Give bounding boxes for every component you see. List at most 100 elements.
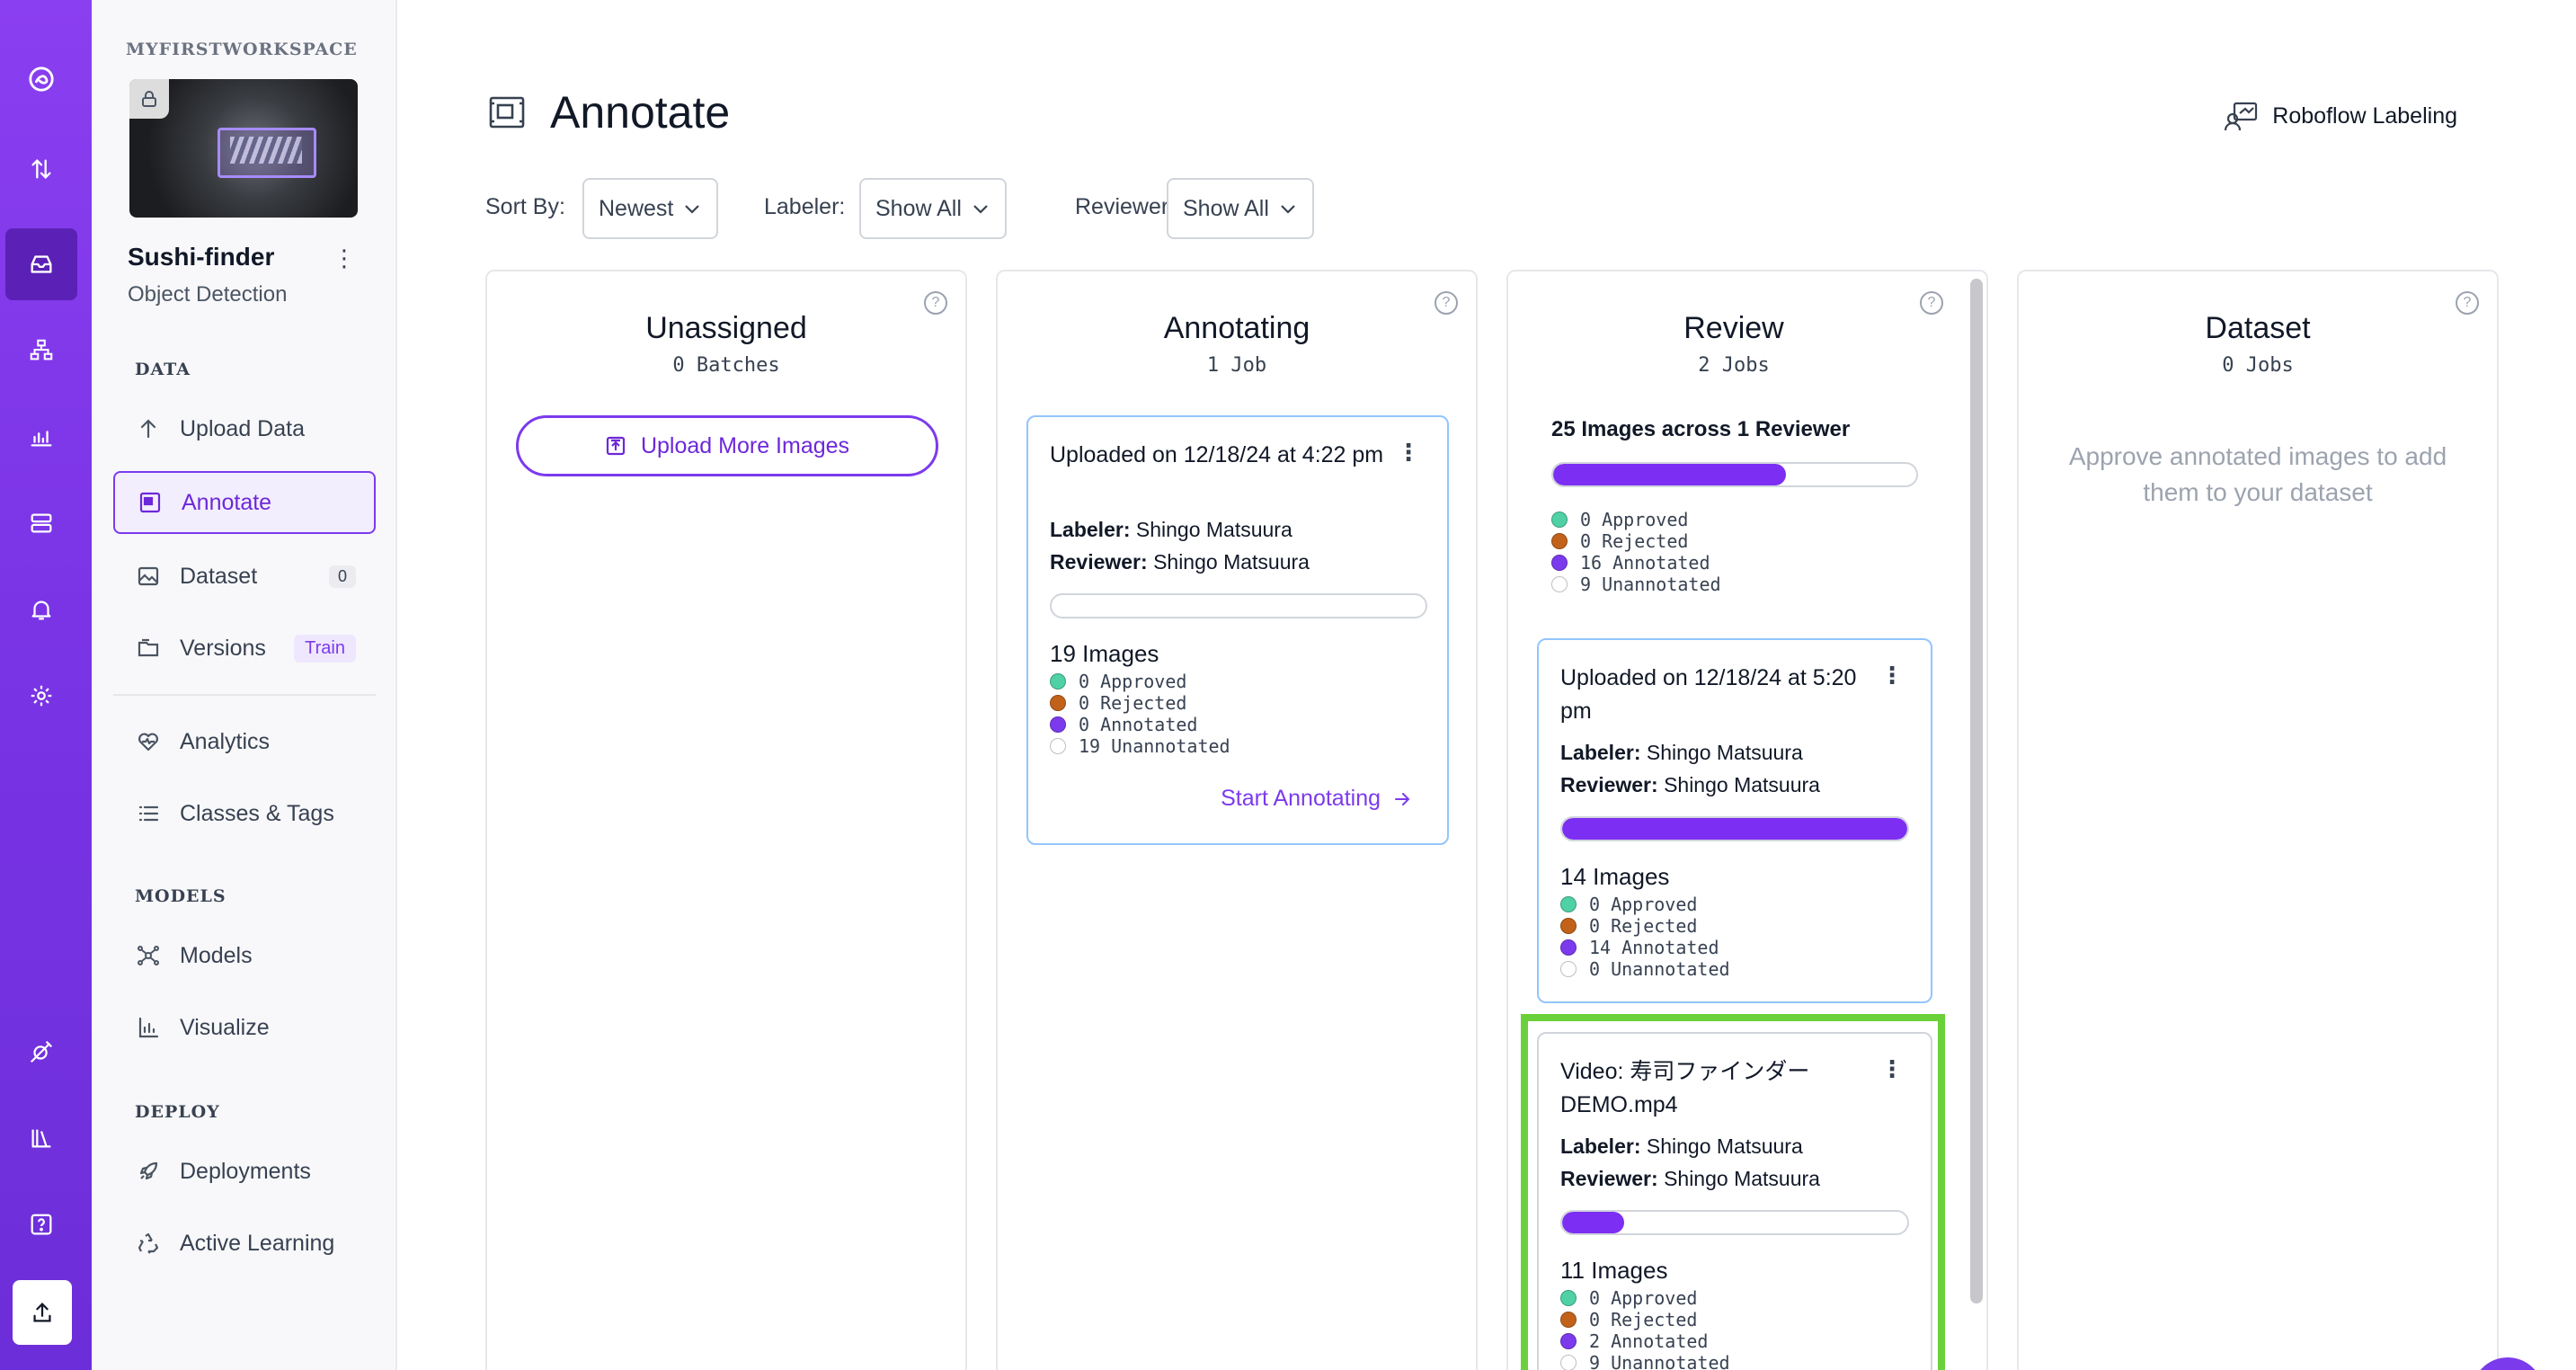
train-badge: Train [294, 634, 356, 663]
review-summary-progress [1551, 462, 1918, 487]
sidebar-divider [113, 694, 376, 696]
stat-text: 19 Unannotated [1079, 735, 1230, 757]
approved-dot [1551, 512, 1568, 528]
satellite-icon[interactable] [5, 1016, 77, 1088]
image-icon [138, 566, 159, 586]
data-section-heading: DATA [135, 360, 191, 379]
job-card[interactable]: Uploaded on 12/18/24 at 4:22 pm ⋮ Labele… [1026, 415, 1449, 845]
transfer-icon[interactable] [5, 133, 77, 205]
labeler-key: Labeler: [1050, 518, 1131, 541]
job-menu-icon[interactable]: ⋮ [1397, 439, 1420, 467]
sidebar-item-dataset[interactable]: Dataset 0 [113, 545, 376, 608]
stat-text: 0 Approved [1589, 1287, 1698, 1309]
arrow-up-icon [140, 419, 156, 439]
sidebar-item-models[interactable]: Models [113, 924, 376, 987]
sidebar-item-analytics[interactable]: Analytics [113, 710, 376, 773]
job-image-count: 19 Images [1050, 640, 1159, 667]
job-menu-icon[interactable]: ⋮ [1880, 1055, 1904, 1083]
review-scrollbar[interactable] [1970, 279, 1983, 1303]
upload-icon[interactable] [13, 1280, 72, 1345]
stat-text: 0 Rejected [1079, 692, 1187, 714]
approved-dot [1560, 896, 1577, 912]
labeler-select[interactable]: Show All [859, 178, 1007, 239]
job-reviewer: Reviewer: Shingo Matsuura [1560, 1167, 1820, 1191]
job-progress-bar [1050, 593, 1427, 618]
roboflow-logo-icon[interactable] [5, 43, 77, 115]
upload-icon [606, 436, 626, 456]
unannotated-dot [1560, 1355, 1577, 1370]
thumbnail-bounding-box [218, 128, 316, 178]
reviewer-key: Reviewer: [1050, 550, 1148, 574]
help-icon[interactable] [5, 1188, 77, 1260]
roboflow-labeling-button[interactable]: Roboflow Labeling [2224, 101, 2457, 131]
workflow-icon[interactable] [5, 315, 77, 387]
roboflow-labeling-label: Roboflow Labeling [2272, 102, 2457, 129]
labeler-label: Labeler: [764, 194, 846, 219]
column-dataset: ? Dataset 0 Jobs Approve annotated image… [2017, 270, 2499, 1370]
stat-approved: 0 Approved [1050, 671, 1230, 692]
sidebar-item-versions[interactable]: Versions Train [113, 617, 376, 680]
icon-rail [0, 0, 92, 1370]
sidebar-item-label: Upload Data [180, 415, 305, 441]
project-name: Sushi-finder [128, 243, 275, 271]
stat-unannotated: 0 Unannotated [1560, 958, 1730, 980]
sidebar-item-active-learning[interactable]: Active Learning [113, 1212, 376, 1275]
sort-by-select[interactable]: Newest [582, 178, 719, 239]
stat-text: 0 Rejected [1589, 1309, 1698, 1330]
bell-icon[interactable] [5, 574, 77, 645]
reviewer-select[interactable]: Show All [1167, 178, 1314, 239]
job-labeler: Labeler: Shingo Matsuura [1560, 741, 1803, 765]
project-menu-icon[interactable]: ⋮ [333, 245, 356, 272]
stat-text: 14 Annotated [1589, 937, 1719, 958]
stat-unannotated: 19 Unannotated [1050, 735, 1230, 757]
unannotated-dot [1050, 738, 1066, 754]
unannotated-dot [1551, 576, 1568, 592]
reviewer-name: Shingo Matsuura [1153, 550, 1310, 574]
reviewer-key: Reviewer: [1560, 773, 1658, 796]
start-annotating-link[interactable]: Start Annotating [1221, 786, 1411, 812]
folder-icon [138, 638, 159, 657]
stat-unannotated: 9 Unannotated [1551, 574, 1721, 595]
approved-dot [1050, 673, 1066, 689]
server-icon[interactable] [5, 487, 77, 559]
annotated-dot [1050, 716, 1066, 733]
unannotated-dot [1560, 961, 1577, 977]
job-card[interactable]: Uploaded on 12/18/24 at 5:20 pm ⋮ Labele… [1537, 638, 1932, 1003]
stat-text: 0 Approved [1589, 894, 1698, 915]
job-reviewer: Reviewer: Shingo Matsuura [1560, 773, 1820, 797]
review-summary: 25 Images across 1 Reviewer [1551, 417, 1851, 441]
sidebar-item-label: Classes & Tags [180, 800, 334, 826]
workspace-name[interactable]: MYFIRSTWORKSPACE [126, 40, 358, 59]
sidebar-item-visualize[interactable]: Visualize [113, 996, 376, 1059]
upload-more-images-label: Upload More Images [640, 432, 850, 458]
library-icon[interactable] [5, 1102, 77, 1174]
bar-chart-icon [138, 1017, 159, 1038]
inbox-icon[interactable] [5, 228, 77, 300]
progress-fill [1562, 1212, 1625, 1233]
stat-annotated: 14 Annotated [1560, 937, 1730, 958]
project-thumbnail[interactable] [129, 79, 358, 218]
sidebar-item-label: Deployments [180, 1158, 311, 1184]
job-card-video[interactable]: Video: 寿司ファインダー DEMO.mp4 ⋮ Labeler: Shin… [1537, 1032, 1932, 1370]
sidebar-item-classes-tags[interactable]: Classes & Tags [113, 782, 376, 845]
gear-icon[interactable] [5, 660, 77, 732]
stat-approved: 0 Approved [1560, 894, 1730, 915]
page-title-text: Annotate [550, 87, 731, 138]
chevron-down-icon [1281, 205, 1295, 214]
labeler-value: Show All [875, 195, 962, 221]
job-menu-icon[interactable]: ⋮ [1880, 662, 1904, 689]
sidebar-item-annotate[interactable]: Annotate [113, 471, 376, 534]
sidebar-item-label: Versions [180, 635, 266, 661]
stat-text: 0 Annotated [1079, 714, 1198, 735]
sidebar-item-label: Dataset [180, 563, 258, 589]
column-count: 0 Batches [672, 354, 780, 377]
column-title: Unassigned [645, 311, 807, 345]
labeler-key: Labeler: [1560, 741, 1641, 764]
progress-fill [1562, 818, 1907, 840]
annotated-dot [1560, 939, 1577, 956]
sidebar-item-label: Analytics [180, 728, 271, 754]
sidebar-item-deployments[interactable]: Deployments [113, 1140, 376, 1203]
chart-icon[interactable] [5, 401, 77, 473]
sidebar-item-upload-data[interactable]: Upload Data [113, 397, 376, 460]
upload-more-images-button[interactable]: Upload More Images [516, 415, 938, 476]
